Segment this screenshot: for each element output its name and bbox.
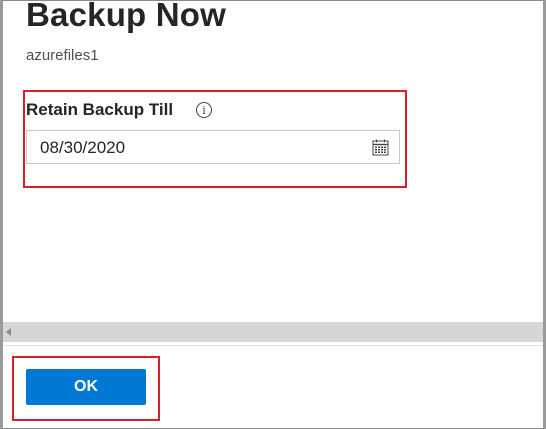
calendar-icon[interactable] (372, 139, 389, 156)
footer-divider (3, 345, 543, 346)
scroll-left-arrow-icon[interactable] (6, 328, 11, 336)
panel-left-edge (0, 0, 3, 429)
retain-date-value: 08/30/2020 (40, 138, 126, 157)
retain-backup-label: Retain Backup Till (26, 100, 174, 119)
horizontal-scrollbar[interactable] (3, 322, 543, 342)
retain-date-input[interactable]: 08/30/2020 (26, 130, 400, 164)
page-title: Backup Now (26, 0, 227, 33)
page-subtitle: azurefiles1 (26, 47, 99, 64)
info-icon[interactable]: i (196, 102, 212, 118)
ok-button[interactable]: OK (26, 369, 146, 405)
